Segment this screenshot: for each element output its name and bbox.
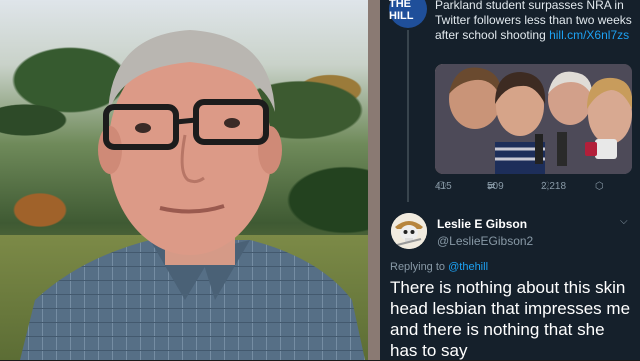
retweet-icon: ⇄: [487, 181, 496, 192]
skull-icon: [391, 213, 427, 249]
replying-to-handle[interactable]: @thehill: [448, 261, 488, 273]
chevron-down-icon[interactable]: ⌵: [620, 216, 628, 227]
protest-crowd-image: [435, 64, 632, 174]
author-avatar[interactable]: [391, 213, 427, 249]
replying-to: Replying to @thehill: [390, 261, 488, 273]
news-photo[interactable]: [435, 64, 632, 174]
reply-icon: 💬︎: [435, 181, 448, 192]
like-icon: ♡: [541, 181, 550, 192]
replying-to-label: Replying to: [390, 261, 446, 273]
reply-tweet-text: There is nothing about this skin head le…: [390, 278, 631, 360]
author-name[interactable]: Leslie E Gibson: [437, 217, 527, 231]
portrait-photo: [0, 0, 368, 360]
like-action[interactable]: ♡ 2,218: [541, 181, 566, 192]
share-icon[interactable]: ⬡: [595, 181, 604, 192]
article-link[interactable]: hill.cm/X6nl7zs: [549, 28, 629, 42]
thread-line: [407, 30, 409, 202]
man-selfie: [20, 30, 365, 360]
reply-action[interactable]: 💬︎ 415: [435, 181, 452, 192]
author-handle[interactable]: @LeslieEGibson2: [437, 234, 533, 248]
retweet-action[interactable]: ⇄ 509: [487, 181, 504, 192]
tweet-actions: 💬︎ 415 ⇄ 509 ♡ 2,218 ⬡: [435, 181, 635, 197]
quoted-tweet-text: Parkland student surpasses NRA in Twitte…: [435, 0, 635, 43]
image-divider: [368, 0, 380, 360]
